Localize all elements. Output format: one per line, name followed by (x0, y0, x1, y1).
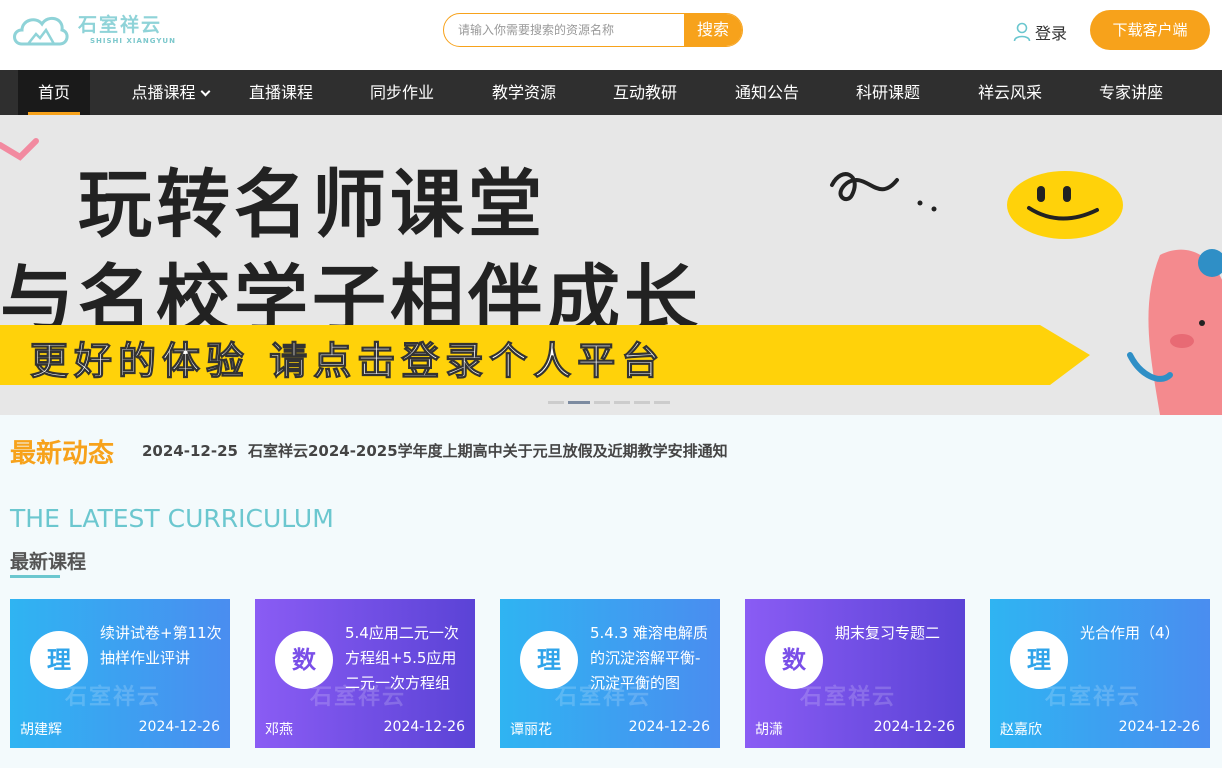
user-icon (1013, 22, 1031, 42)
banner-subline: 更好的体验 请点击登录个人平台 (29, 339, 666, 384)
nav-item-vod-courses[interactable]: 点播课程 (115, 70, 225, 115)
nav-item-research-topics[interactable]: 科研课题 (843, 70, 933, 115)
nav-item-home[interactable]: 首页 (18, 70, 90, 115)
course-date: 2024-12-26 (873, 719, 955, 735)
news-date: 2024-12-25 (142, 442, 238, 460)
chevron-down-icon (200, 86, 210, 97)
nav-label: 直播课程 (248, 83, 313, 102)
logo-text-en: SHISHI XIANGYUN (90, 37, 176, 45)
course-title: 期末复习专题二 (835, 624, 941, 642)
nav-label: 祥云风采 (977, 83, 1042, 102)
subject-badge: 理 (520, 631, 578, 689)
course-title: 5.4应用二元一次方程组+5.5应用二元一次方程组 (345, 624, 459, 692)
main-nav: 首页 点播课程 直播课程 同步作业 教学资源 互动教研 通知公告 科研课题 祥云… (0, 70, 1222, 115)
news-ticker-item[interactable]: 2024-12-25 石室祥云2024-2025学年度上期高中关于元旦放假及近期教… (142, 440, 728, 461)
section-title-cn: 最新课程 (10, 551, 87, 573)
course-date: 2024-12-26 (628, 719, 710, 735)
search-input[interactable] (444, 14, 685, 46)
header: 石室祥云 SHISHI XIANGYUN 搜索 登录 下载客户端 (0, 0, 1222, 70)
news-text: 石室祥云2024-2025学年度上期高中关于元旦放假及近期教学安排通知 (247, 442, 728, 460)
nav-label: 同步作业 (369, 83, 434, 102)
logo-text-cn: 石室祥云 (78, 14, 163, 36)
smiley-face-icon (1007, 171, 1123, 239)
course-author: 赵嘉欣 (1000, 722, 1042, 738)
nav-item-showcase[interactable]: 祥云风采 (965, 70, 1055, 115)
search-bar: 搜索 (443, 13, 743, 47)
nav-item-sync-homework[interactable]: 同步作业 (357, 70, 447, 115)
course-card[interactable]: 石室祥云 数 5.4应用二元一次方程组+5.5应用二元一次方程组 邓燕 2024… (255, 599, 475, 748)
nav-item-expert-lectures[interactable]: 专家讲座 (1086, 70, 1176, 115)
cloud-logo-icon (13, 16, 69, 46)
download-client-button[interactable]: 下载客户端 (1090, 10, 1210, 50)
course-card[interactable]: 石室祥云 理 光合作用（4） 赵嘉欣 2024-12-26 (990, 599, 1210, 748)
subject-badge: 数 (765, 631, 823, 689)
latest-news-title: 最新动态 (10, 439, 115, 469)
course-author: 胡潇 (755, 722, 783, 738)
nav-label: 专家讲座 (1098, 83, 1163, 102)
course-title: 光合作用（4） (1080, 624, 1180, 642)
section-title-en: THE LATEST CURRICULUM (10, 504, 334, 533)
carousel-dot[interactable] (594, 401, 610, 404)
course-author: 胡建辉 (20, 722, 62, 738)
nav-label: 点播课程 (131, 83, 196, 102)
nav-label: 互动教研 (612, 83, 677, 102)
site-logo[interactable]: 石室祥云 SHISHI XIANGYUN (10, 8, 180, 54)
carousel-dot[interactable] (654, 401, 670, 404)
login-label: 登录 (1035, 24, 1068, 43)
course-date: 2024-12-26 (383, 719, 465, 735)
search-button[interactable]: 搜索 (684, 14, 742, 46)
section-underline (10, 575, 60, 578)
nav-label: 通知公告 (734, 83, 799, 102)
nav-label: 首页 (37, 83, 70, 102)
course-author: 谭丽花 (510, 722, 552, 738)
carousel-dot-active[interactable] (568, 401, 590, 404)
carousel-dot[interactable] (634, 401, 650, 404)
card-watermark: 石室祥云 (65, 685, 162, 710)
banner-headline-1: 玩转名师课堂 (78, 162, 546, 248)
carousel-dot[interactable] (614, 401, 630, 404)
nav-item-live-courses[interactable]: 直播课程 (236, 70, 326, 115)
course-title: 续讲试卷+第11次抽样作业评讲 (100, 624, 222, 667)
pink-mascot-icon (1127, 249, 1222, 415)
card-watermark: 石室祥云 (800, 685, 897, 710)
nav-label: 教学资源 (491, 83, 556, 102)
course-card[interactable]: 石室祥云 理 5.4.3 难溶电解质的沉淀溶解平衡-沉淀平衡的图 谭丽花 202… (500, 599, 720, 748)
login-link[interactable]: 登录 (1013, 20, 1067, 44)
carousel-dot[interactable] (548, 401, 564, 404)
course-author: 邓燕 (265, 722, 293, 738)
course-title: 5.4.3 难溶电解质的沉淀溶解平衡-沉淀平衡的图 (590, 624, 708, 692)
nav-item-notices[interactable]: 通知公告 (722, 70, 812, 115)
nav-item-interactive-research[interactable]: 互动教研 (600, 70, 690, 115)
nav-label: 科研课题 (855, 83, 920, 102)
course-card[interactable]: 石室祥云 理 续讲试卷+第11次抽样作业评讲 胡建辉 2024-12-26 (10, 599, 230, 748)
course-date: 2024-12-26 (1118, 719, 1200, 735)
course-card[interactable]: 石室祥云 数 期末复习专题二 胡潇 2024-12-26 (745, 599, 965, 748)
squiggle-doodle-icon (830, 172, 937, 212)
hero-banner[interactable]: 玩转名师课堂 与名校学子相伴成长 更好的体验 请点击登录个人平台 (0, 115, 1222, 415)
subject-badge: 数 (275, 631, 333, 689)
nav-item-teaching-resources[interactable]: 教学资源 (479, 70, 569, 115)
card-watermark: 石室祥云 (1045, 685, 1142, 710)
course-date: 2024-12-26 (138, 719, 220, 735)
pink-stroke-decoration-icon (0, 138, 39, 161)
subject-badge: 理 (1010, 631, 1068, 689)
subject-badge: 理 (30, 631, 88, 689)
carousel-indicators (548, 401, 670, 404)
